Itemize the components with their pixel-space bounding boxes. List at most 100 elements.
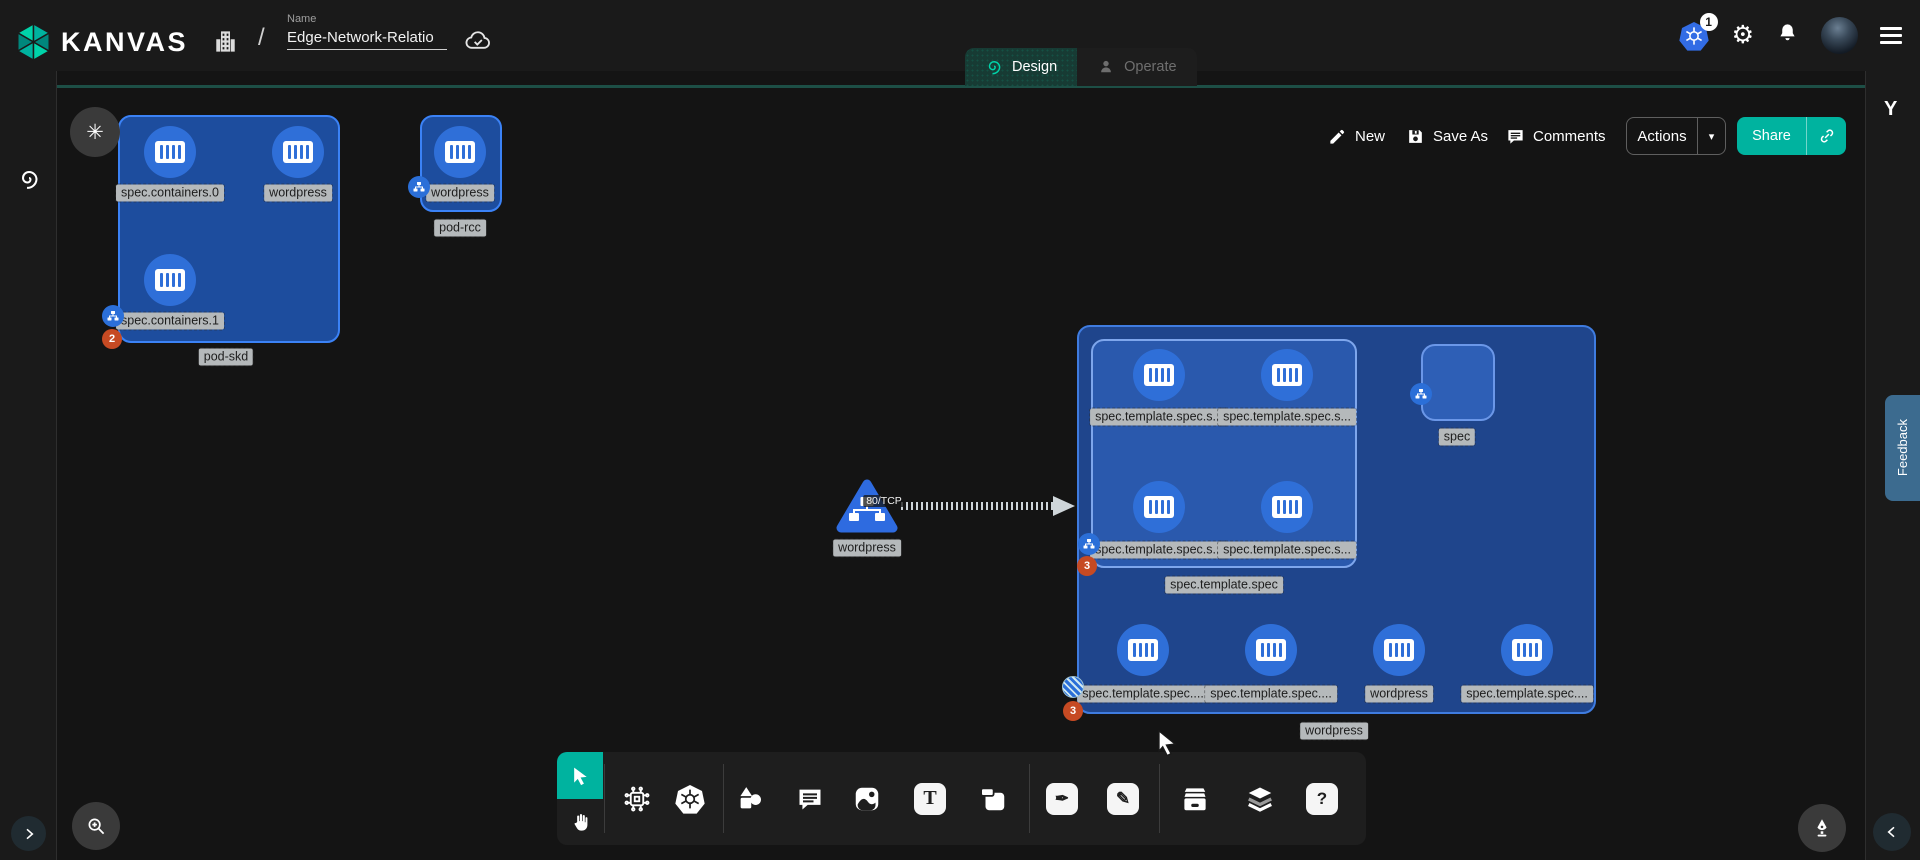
- freehand-tool-icon[interactable]: ✎: [1107, 783, 1139, 815]
- snap-to-grid-button[interactable]: ✳: [70, 107, 120, 157]
- actions-caret[interactable]: ▾: [1697, 118, 1725, 154]
- collapse-right-panel-button[interactable]: [1873, 813, 1911, 851]
- edge-port-label: 80/TCP: [863, 495, 905, 507]
- link-icon: [1818, 127, 1836, 145]
- node-template-container-4[interactable]: [1261, 481, 1313, 533]
- group-label-pod-rcc: pod-rcc: [434, 220, 486, 237]
- design-name-input[interactable]: [287, 25, 447, 50]
- node-label: spec.template.spec.s...: [1090, 542, 1228, 559]
- cursor-arrow-icon: [570, 766, 590, 786]
- toolbar-divider: [723, 764, 724, 833]
- node-label: spec.template.spec.s...: [1218, 409, 1356, 426]
- toolbar-divider: [1159, 764, 1160, 833]
- node-wordpress-1[interactable]: [272, 126, 324, 178]
- save-as-button[interactable]: Save As: [1406, 117, 1488, 155]
- share-button[interactable]: Share: [1737, 117, 1846, 155]
- comment-tool-icon[interactable]: [796, 785, 824, 813]
- pencil-icon: [1328, 127, 1347, 146]
- node-label: spec.template.spec....: [1205, 686, 1337, 703]
- group-spec-template-spec[interactable]: [1091, 339, 1357, 568]
- container-icon: [1272, 496, 1302, 518]
- notifications-bell-icon[interactable]: [1776, 21, 1799, 51]
- node-spec[interactable]: [1421, 344, 1495, 421]
- node-spec-containers-1[interactable]: [144, 254, 196, 306]
- layers-icon[interactable]: [1245, 784, 1275, 814]
- node-wordpress-rcc[interactable]: [434, 126, 486, 178]
- node-label: spec.containers.1: [116, 313, 224, 330]
- edge-service-to-deployment[interactable]: [895, 492, 1083, 520]
- save-as-button-label: Save As: [1433, 128, 1488, 145]
- new-button[interactable]: New: [1328, 117, 1385, 155]
- hand-icon: [569, 811, 592, 834]
- count-badge: 3: [1063, 701, 1083, 721]
- drawing-pen-button[interactable]: [1798, 804, 1846, 852]
- design-name-field: Name: [287, 13, 447, 50]
- node-label: spec.template.spec.s...: [1090, 409, 1228, 426]
- container-icon: [1384, 639, 1414, 661]
- snowflake-asterisk-icon: ✳: [86, 120, 104, 145]
- design-spiral-icon: [985, 58, 1003, 76]
- history-spiral-icon[interactable]: [17, 167, 41, 196]
- node-template-container-2[interactable]: [1261, 349, 1313, 401]
- node-deploy-container-1[interactable]: [1117, 624, 1169, 676]
- container-icon: [155, 269, 185, 291]
- organization-icon[interactable]: [212, 28, 239, 60]
- text-tool-icon[interactable]: T: [914, 783, 946, 815]
- comments-button[interactable]: Comments: [1506, 117, 1606, 155]
- node-label: spec.containers.0: [116, 185, 224, 202]
- container-icon: [1128, 639, 1158, 661]
- mode-tabs: Design Operate: [965, 48, 1197, 86]
- copy-link-button[interactable]: [1806, 117, 1846, 155]
- kubernetes-icon[interactable]: [674, 783, 706, 815]
- settings-gear-icon[interactable]: ⚙: [1732, 23, 1754, 48]
- container-icon: [283, 141, 313, 163]
- mouse-cursor: [1155, 730, 1179, 756]
- node-deploy-container-2[interactable]: [1245, 624, 1297, 676]
- validator-y-icon[interactable]: Y: [1884, 98, 1897, 121]
- app-header: KANVAS / Name: [0, 0, 1920, 71]
- tab-operate-label: Operate: [1124, 59, 1176, 75]
- kanvas-logo: KANVAS: [15, 22, 188, 62]
- container-icon: [1512, 639, 1542, 661]
- canvas-toolbar: T ✒ ✎: [557, 752, 1366, 845]
- expand-left-panel-button[interactable]: [11, 816, 46, 851]
- component-chip-icon[interactable]: [622, 784, 652, 814]
- node-template-container-3[interactable]: [1133, 481, 1185, 533]
- node-spec-containers-0[interactable]: [144, 126, 196, 178]
- relationship-badge-icon: [408, 176, 430, 198]
- user-avatar[interactable]: [1821, 17, 1858, 54]
- node-label: spec.template.spec....: [1077, 686, 1209, 703]
- tab-design[interactable]: Design: [965, 48, 1077, 86]
- pan-tool-button[interactable]: [557, 799, 603, 845]
- node-deploy-container-3[interactable]: [1501, 624, 1553, 676]
- feedback-tab[interactable]: Feedback: [1885, 395, 1920, 501]
- note-tool-icon[interactable]: [978, 784, 1008, 814]
- magnifier-plus-icon: [85, 815, 107, 837]
- toolbar-divider: [604, 764, 605, 833]
- kanvas-app: KANVAS / Name: [0, 0, 1920, 860]
- tab-operate[interactable]: Operate: [1077, 48, 1196, 86]
- comment-icon: [1506, 127, 1525, 146]
- image-tool-icon[interactable]: [852, 784, 882, 814]
- feedback-label: Feedback: [1895, 419, 1910, 476]
- actions-dropdown-button[interactable]: Actions ▾: [1626, 117, 1726, 155]
- container-icon: [1144, 496, 1174, 518]
- hamburger-menu-icon[interactable]: [1880, 27, 1902, 44]
- shapes-icon[interactable]: [735, 784, 765, 814]
- select-tool-button[interactable]: [557, 752, 603, 799]
- node-label-spec: spec: [1439, 429, 1475, 446]
- import-drawer-icon[interactable]: [1180, 784, 1210, 814]
- kubernetes-context-icon[interactable]: 1: [1678, 20, 1710, 52]
- left-rail: [0, 71, 57, 860]
- container-icon: [1256, 639, 1286, 661]
- operate-person-icon: [1097, 58, 1115, 76]
- help-icon[interactable]: ?: [1306, 783, 1338, 815]
- zoom-search-button[interactable]: [72, 802, 120, 850]
- relationship-badge-icon: [1410, 383, 1432, 405]
- relationship-badge-icon: [1078, 533, 1100, 555]
- pen-tool-icon[interactable]: ✒: [1046, 783, 1078, 815]
- node-template-container-1[interactable]: [1133, 349, 1185, 401]
- context-count-badge: 1: [1700, 13, 1718, 31]
- node-deploy-wordpress[interactable]: [1373, 624, 1425, 676]
- container-icon: [155, 141, 185, 163]
